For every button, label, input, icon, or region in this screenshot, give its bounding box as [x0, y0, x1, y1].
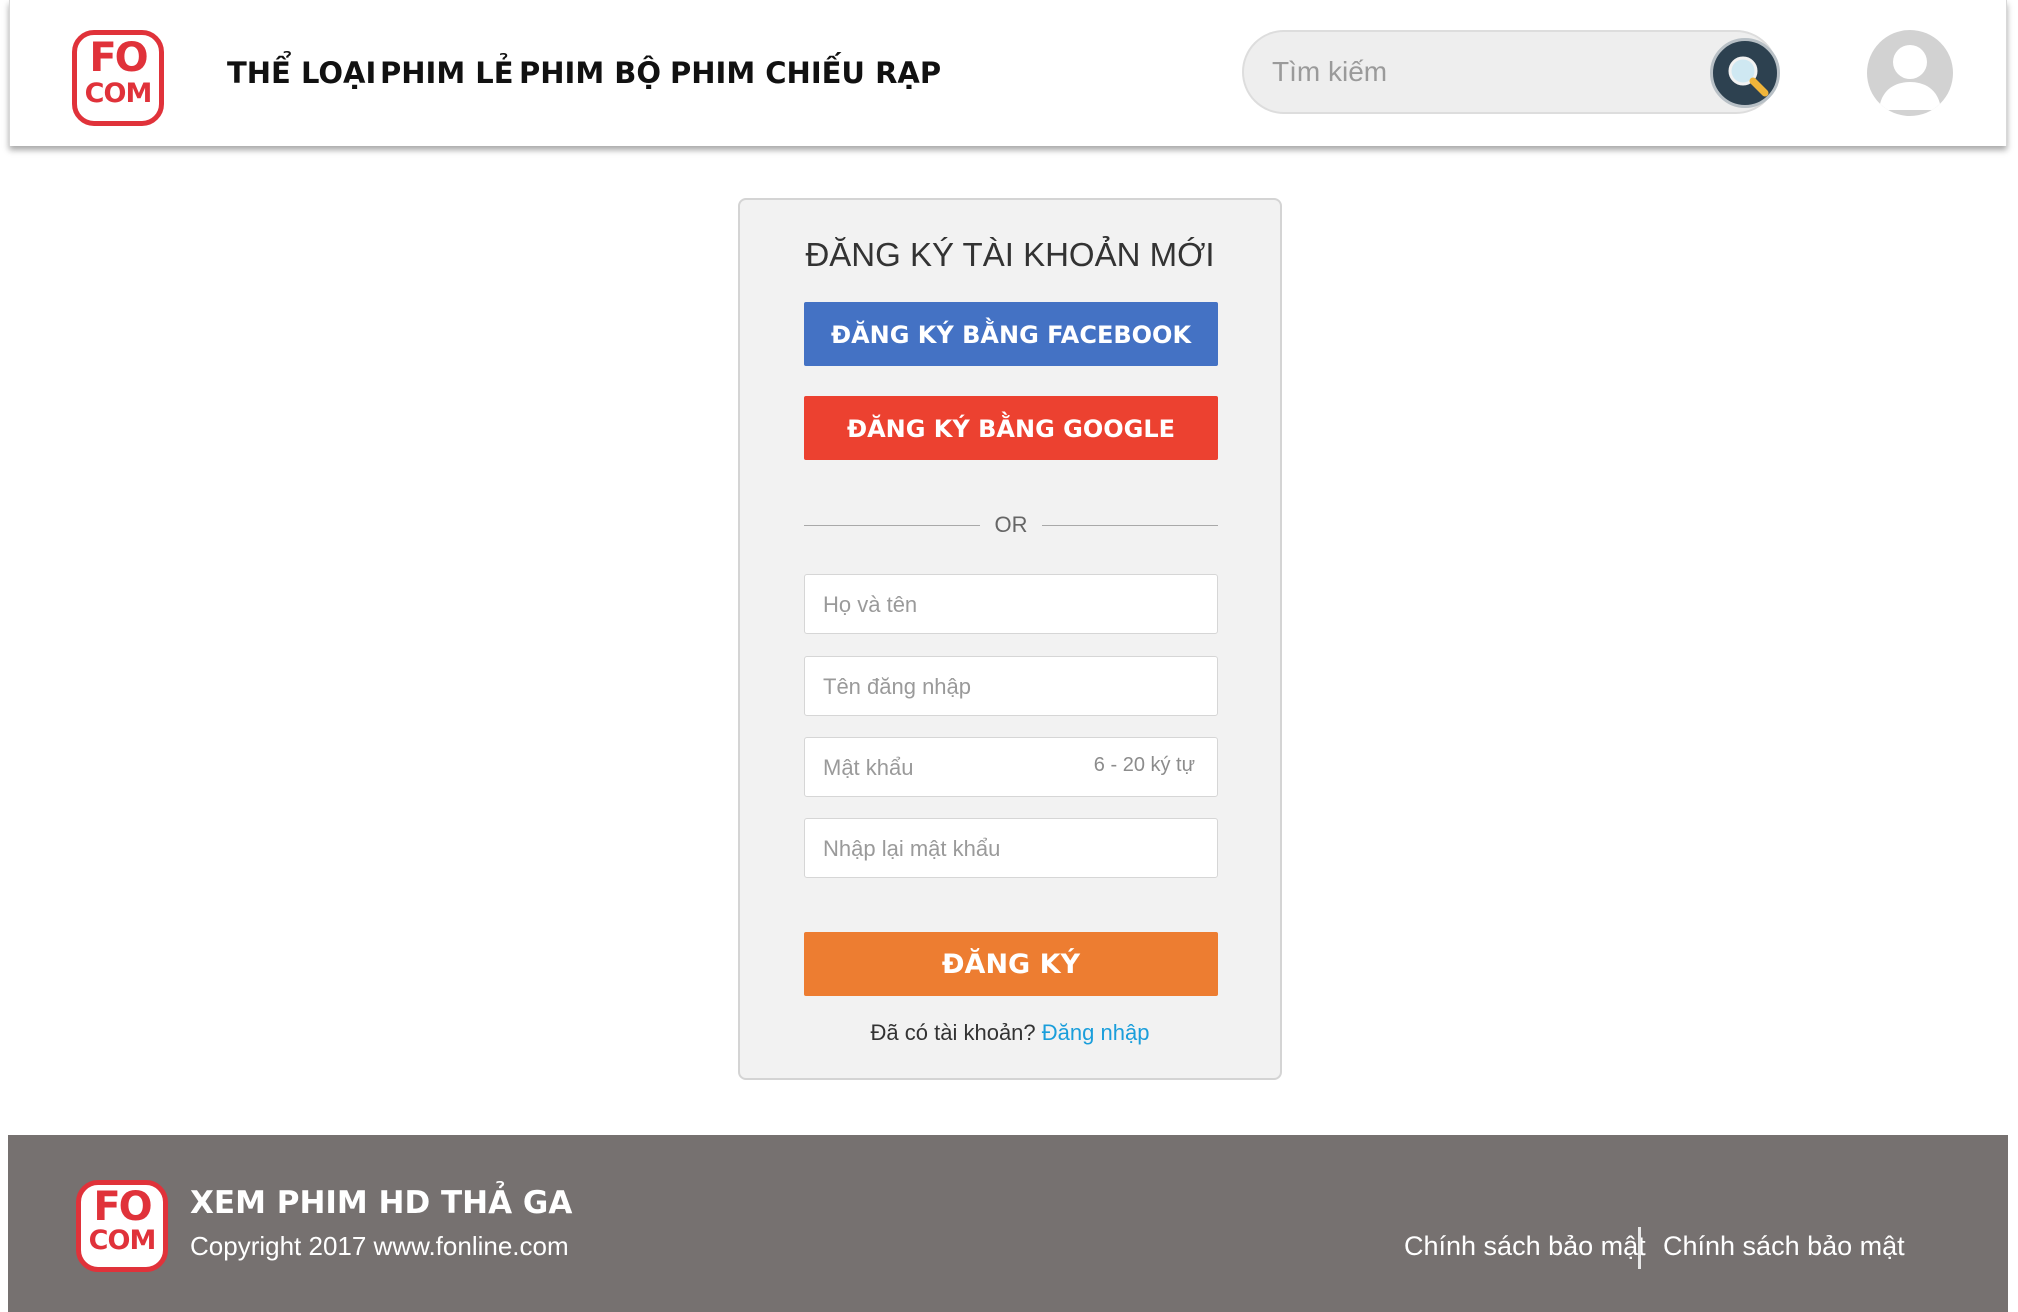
site-footer: FO COM XEM PHIM HD THẢ GA Copyright 2017… [8, 1135, 2008, 1312]
footer-link-privacy-1[interactable]: Chính sách bảo mật [1404, 1231, 1646, 1262]
login-prompt-text: Đã có tài khoản? [870, 1020, 1042, 1045]
signup-title: ĐĂNG KÝ TÀI KHOẢN MỚI [805, 236, 1215, 273]
magnifier-icon [1728, 56, 1769, 97]
logo-text-top: FO [89, 35, 148, 81]
logo-text-bottom: COM [84, 78, 153, 109]
register-button[interactable]: ĐĂNG KÝ [804, 932, 1218, 996]
site-header: FO COM THỂ LOẠI PHIM LẺ PHIM BỘ PHIM CHI… [9, 0, 2007, 146]
search-input[interactable] [1270, 46, 1690, 98]
search-button[interactable] [1710, 38, 1780, 108]
footer-logo-text-bottom: COM [88, 1225, 157, 1256]
signup-card: ĐĂNG KÝ TÀI KHOẢN MỚI ĐĂNG KÝ BẰNG FACEB… [738, 198, 1282, 1080]
login-link[interactable]: Đăng nhập [1042, 1020, 1150, 1045]
fullname-field [804, 574, 1218, 634]
footer-link-privacy-2[interactable]: Chính sách bảo mật [1663, 1231, 1905, 1262]
fullname-input[interactable] [821, 583, 1201, 627]
divider-line-right [1042, 525, 1218, 526]
password-input[interactable] [821, 746, 1081, 790]
username-field [804, 656, 1218, 716]
google-signup-button[interactable]: ĐĂNG KÝ BẰNG GOOGLE [804, 396, 1218, 460]
nav-item-phim-chieu-rap[interactable]: PHIM CHIẾU RẠP [670, 56, 941, 90]
password-hint: 6 - 20 ký tự [1093, 754, 1195, 776]
footer-logo-text-top: FO [93, 1184, 152, 1230]
footer-title: XEM PHIM HD THẢ GA [190, 1185, 573, 1221]
site-logo[interactable]: FO COM [72, 30, 164, 126]
user-avatar-icon[interactable] [1867, 30, 1953, 116]
avatar-silhouette-icon [1879, 45, 1941, 110]
confirm-password-input[interactable] [821, 827, 1201, 871]
search-box [1242, 30, 1780, 114]
nav-item-phim-bo[interactable]: PHIM BỘ [519, 56, 661, 90]
nav-item-phim-le[interactable]: PHIM LẺ [380, 56, 514, 90]
footer-logo: FO COM [76, 1180, 168, 1272]
footer-copyright: Copyright 2017 www.fonline.com [190, 1231, 569, 1261]
footer-link-separator [1638, 1227, 1641, 1269]
login-prompt-row: Đã có tài khoản? Đăng nhập [740, 1020, 1280, 1046]
nav-item-the-loai[interactable]: THỂ LOẠI [227, 56, 376, 90]
confirm-password-field [804, 818, 1218, 878]
username-input[interactable] [821, 665, 1201, 709]
facebook-signup-button[interactable]: ĐĂNG KÝ BẰNG FACEBOOK [804, 302, 1218, 366]
password-field: 6 - 20 ký tự [804, 737, 1218, 797]
or-divider: OR [804, 510, 1218, 540]
